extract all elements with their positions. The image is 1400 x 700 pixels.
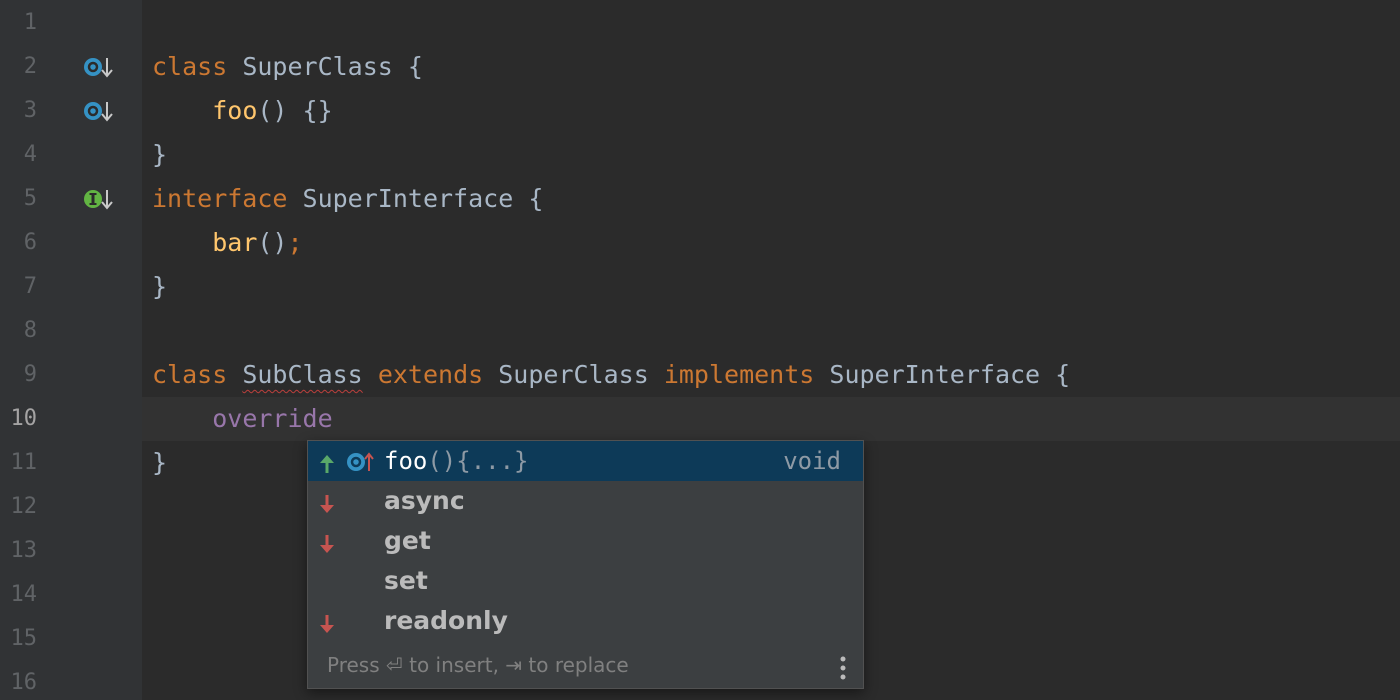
code-line-9[interactable]: class SubClass extends SuperClass implem… [152, 353, 1070, 397]
completion-item-readonly[interactable]: readonly [308, 601, 863, 641]
method-body: () {} [257, 96, 333, 125]
completion-label: foo(){...} [384, 441, 529, 481]
line-number: 5 [23, 186, 37, 211]
method-icon [346, 449, 374, 473]
keyword: class [152, 360, 228, 389]
code-line-5[interactable]: interface SuperInterface { [152, 177, 543, 221]
method-overridden-icon[interactable] [83, 99, 115, 123]
brace: } [152, 448, 168, 477]
code-line-6[interactable]: bar(); [152, 221, 303, 265]
code-line-7[interactable]: } [152, 265, 167, 309]
completion-label: readonly [384, 606, 508, 635]
keyword: extends [377, 360, 484, 389]
completion-item-foo[interactable]: foo(){...} void [308, 441, 863, 481]
interface-implemented-icon[interactable] [83, 187, 115, 211]
keyword: interface [152, 184, 288, 213]
class-name: SuperClass [242, 52, 393, 81]
arrow-up-icon [318, 450, 336, 473]
line-number: 11 [10, 450, 38, 475]
arrow-down-icon [318, 530, 336, 553]
completion-label: async [384, 486, 465, 515]
method-name: foo [384, 447, 428, 475]
code-line-3[interactable]: foo() {} [152, 89, 333, 133]
insert-replace-hint: Press ⏎ to insert, ⇥ to replace [327, 653, 629, 677]
line-number: 3 [23, 98, 37, 123]
line-number: 12 [10, 494, 38, 519]
arrow-down-icon [318, 490, 336, 513]
line-number-current: 10 [10, 406, 38, 431]
popup-footer: Press ⏎ to insert, ⇥ to replace [308, 642, 863, 688]
completion-item-async[interactable]: async [308, 481, 863, 521]
typed-keyword: override [212, 404, 333, 433]
interface-name: SuperInterface [829, 360, 1041, 389]
parens: () [257, 228, 288, 257]
class-name-error[interactable]: SubClass [242, 360, 362, 389]
code-line-4[interactable]: } [152, 133, 167, 177]
method-name: foo [212, 96, 258, 125]
completion-popup[interactable]: foo(){...} void async get set readonly P… [307, 440, 864, 689]
line-number: 13 [10, 538, 38, 563]
interface-name: SuperInterface [302, 184, 514, 213]
semicolon: ; [287, 228, 303, 257]
completion-label: set [384, 566, 428, 595]
more-options-icon[interactable] [835, 653, 851, 680]
line-number: 7 [23, 274, 37, 299]
method-tail: (){...} [427, 447, 529, 475]
completion-item-set[interactable]: set [308, 561, 863, 601]
parent-class-name: SuperClass [498, 360, 649, 389]
line-number: 14 [10, 582, 38, 607]
line-number: 15 [10, 626, 38, 651]
brace: { [1055, 360, 1071, 389]
arrow-down-icon [318, 610, 336, 633]
method-name: bar [212, 228, 258, 257]
class-overridden-icon[interactable] [83, 55, 115, 79]
editor-gutter: 1 2 3 4 5 6 7 8 9 10 11 12 13 14 15 16 [0, 0, 142, 700]
line-number: 9 [23, 362, 37, 387]
code-line-11[interactable]: } [152, 441, 167, 485]
code-editor[interactable]: 1 2 3 4 5 6 7 8 9 10 11 12 13 14 15 16 c… [0, 0, 1400, 700]
keyword: implements [663, 360, 815, 389]
brace: { [407, 52, 423, 81]
line-number: 8 [23, 318, 37, 343]
line-number: 2 [23, 54, 37, 79]
return-type: void [783, 447, 841, 475]
brace: { [528, 184, 544, 213]
code-line-2[interactable]: class SuperClass { [152, 45, 423, 89]
line-number: 6 [23, 230, 37, 255]
brace: } [152, 140, 168, 169]
completion-label: get [384, 526, 431, 555]
brace: } [152, 272, 168, 301]
line-number: 4 [23, 142, 37, 167]
line-number: 16 [10, 670, 38, 695]
code-line-10[interactable]: override [152, 397, 333, 441]
keyword: class [152, 52, 228, 81]
line-number: 1 [23, 10, 37, 35]
completion-item-get[interactable]: get [308, 521, 863, 561]
